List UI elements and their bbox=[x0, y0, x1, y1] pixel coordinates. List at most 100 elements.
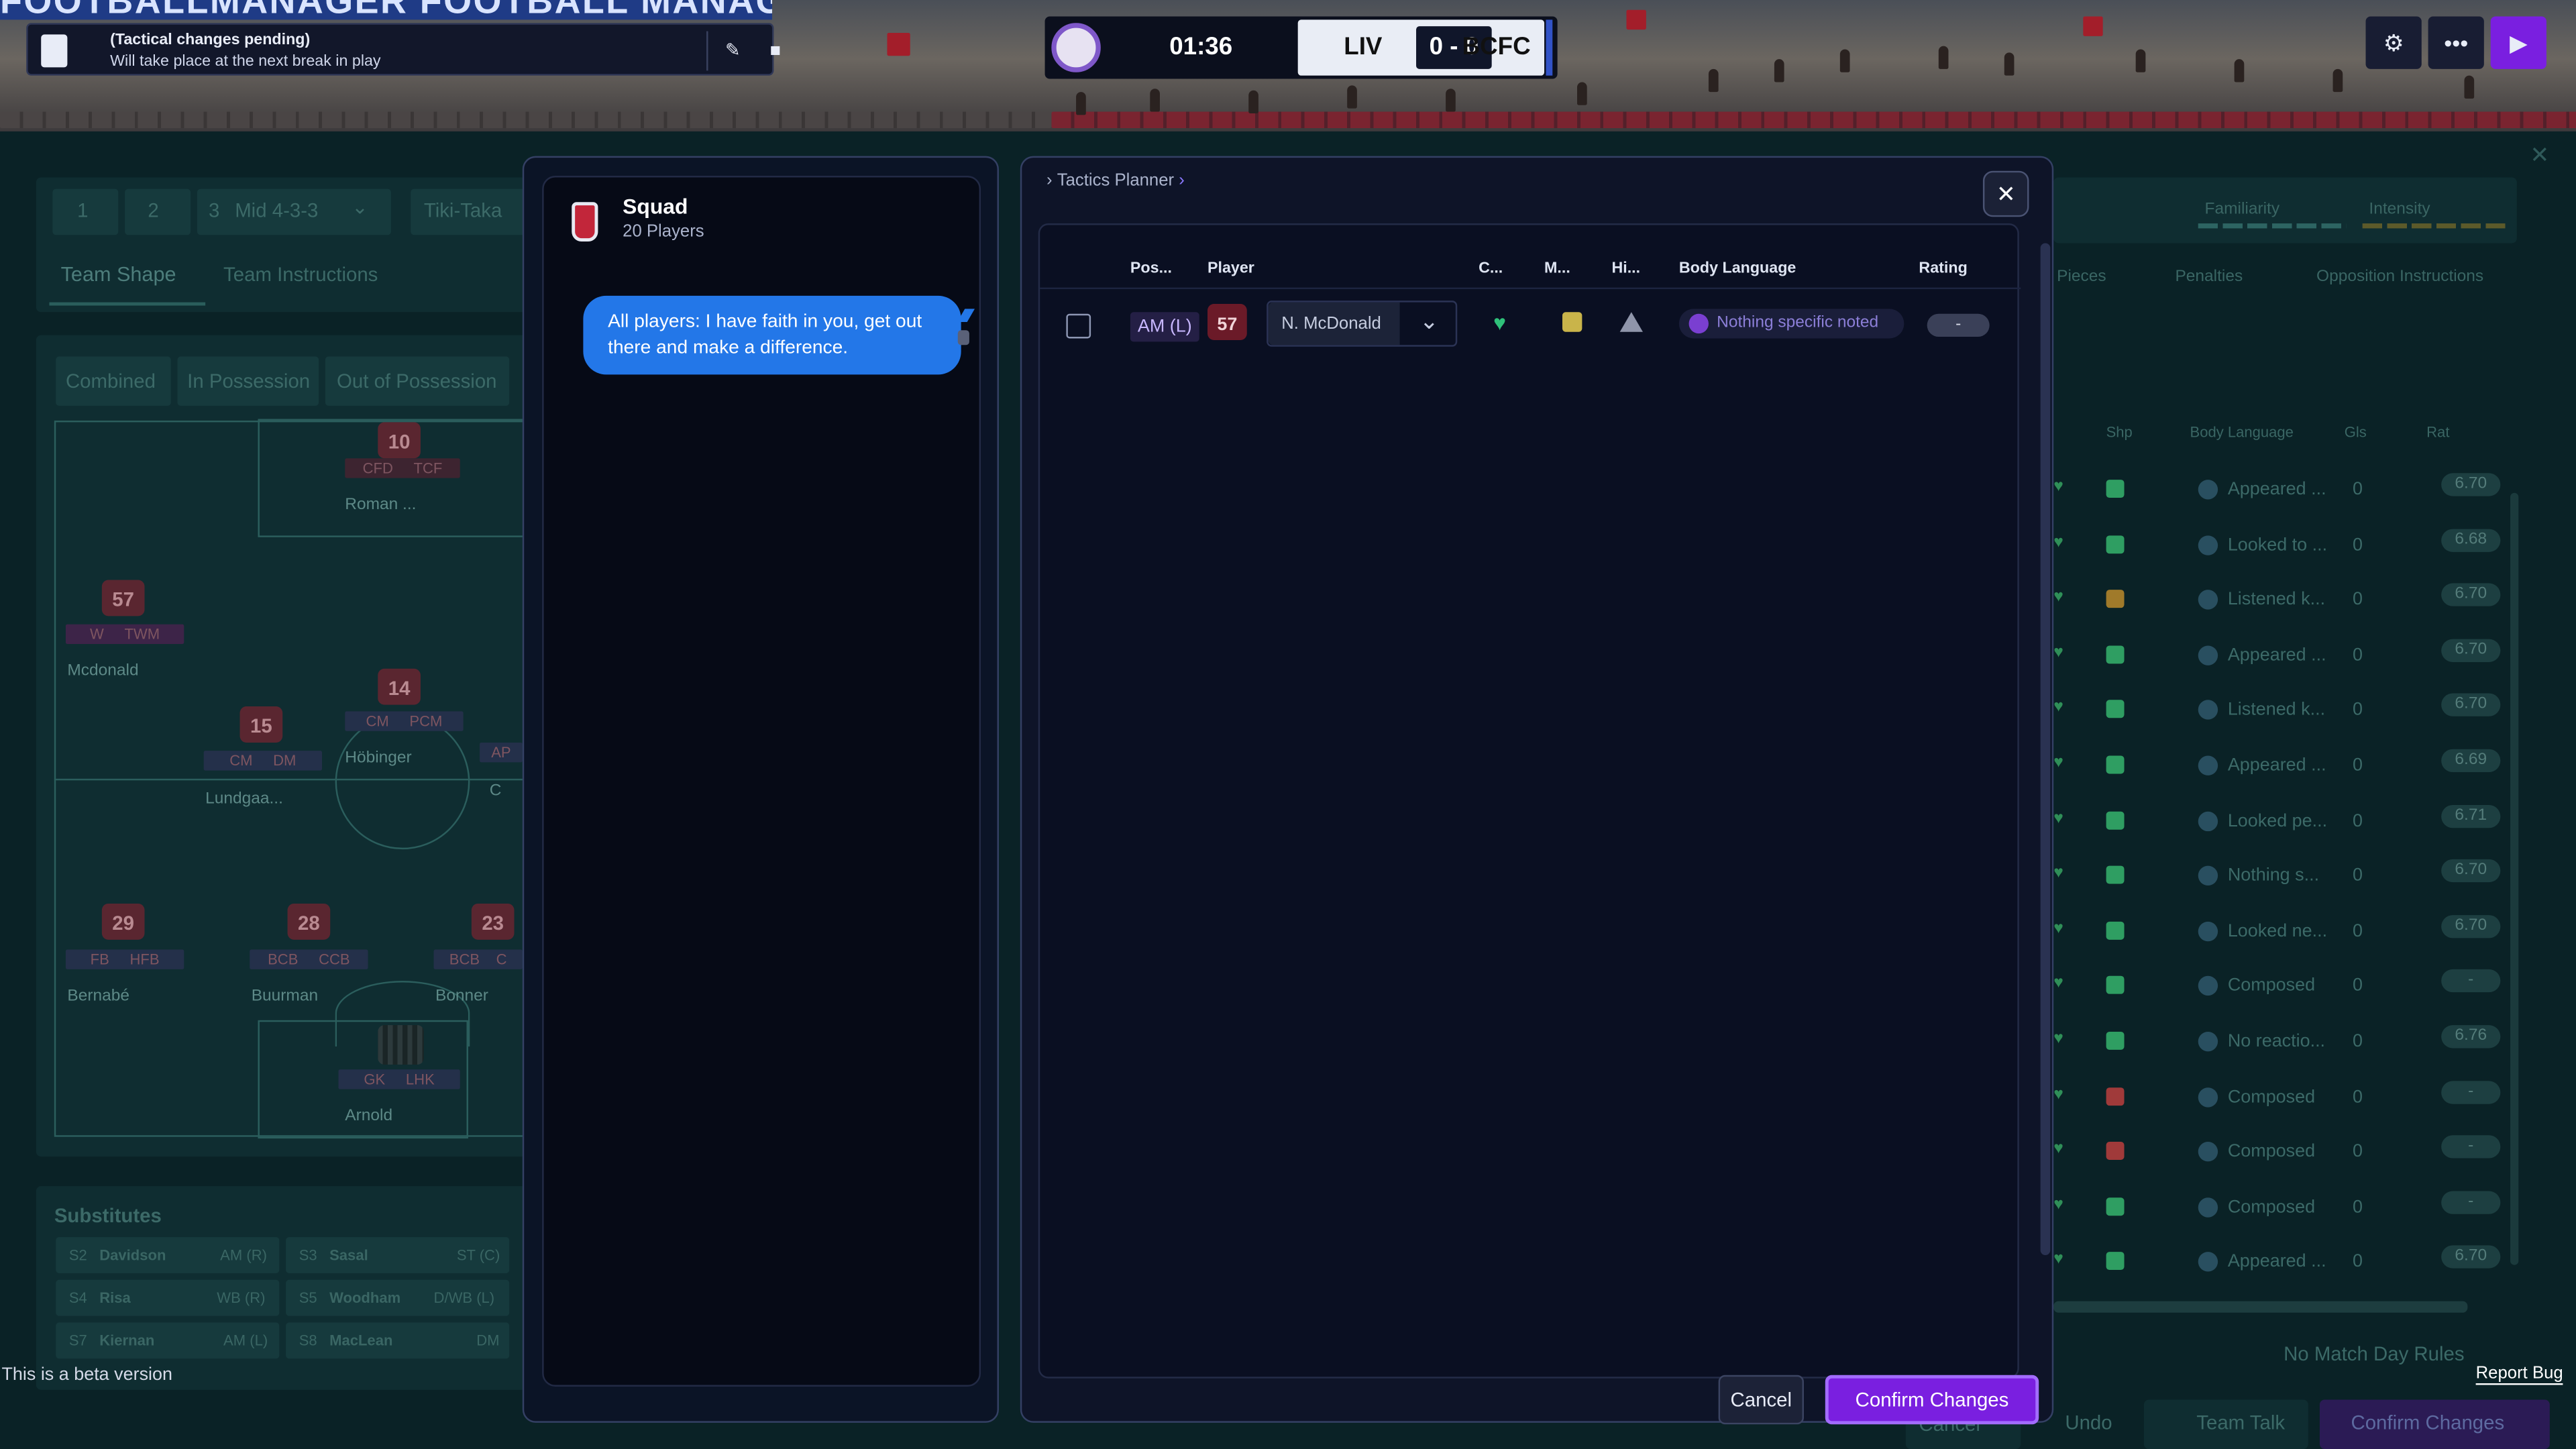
cancel-button[interactable]: Cancel bbox=[1718, 1375, 1804, 1425]
play-icon: ▶ bbox=[2510, 30, 2528, 56]
tactic-tab-2[interactable]: 2 bbox=[148, 199, 158, 221]
morale-icon bbox=[1562, 312, 1582, 332]
face-icon bbox=[2198, 645, 2218, 665]
drag-handle-icon[interactable] bbox=[957, 330, 969, 345]
face-icon bbox=[2198, 1197, 2218, 1218]
play-button[interactable]: ▶ bbox=[2490, 16, 2546, 69]
view-tab-in-possession[interactable]: In Possession bbox=[187, 370, 310, 392]
header-position[interactable]: Pos... bbox=[1130, 260, 1172, 278]
goals-value: 0 bbox=[2352, 1142, 2363, 1162]
rating-badge: 6.70 bbox=[2441, 473, 2501, 496]
player-shirt[interactable]: 28 bbox=[287, 903, 331, 940]
table-row[interactable]: ♥ Composed 0 - bbox=[2053, 1191, 2514, 1227]
player-shirt[interactable]: 29 bbox=[101, 903, 145, 940]
tab-team-instructions[interactable]: Team Instructions bbox=[223, 263, 378, 286]
face-icon bbox=[2198, 755, 2218, 775]
breadcrumb[interactable]: › Tactics Planner › bbox=[1046, 171, 1185, 191]
goals-value: 0 bbox=[2352, 645, 2363, 665]
player-name: Arnold bbox=[345, 1107, 393, 1126]
header-condition[interactable]: C... bbox=[1479, 260, 1503, 278]
shape-icon bbox=[2106, 480, 2125, 498]
rating-badge: 6.70 bbox=[2441, 859, 2501, 883]
goals-value: 0 bbox=[2352, 866, 2363, 886]
rating-badge: 6.70 bbox=[2441, 583, 2501, 607]
tab-set-pieces[interactable]: Pieces bbox=[2057, 268, 2106, 286]
player-shirt[interactable]: 57 bbox=[101, 580, 145, 616]
table-row[interactable]: ♥ Looked to ... 0 6.68 bbox=[2053, 528, 2514, 564]
face-icon bbox=[2198, 700, 2218, 720]
face-icon bbox=[2198, 590, 2218, 610]
table-row[interactable]: ♥ Composed 0 - bbox=[2053, 1080, 2514, 1116]
intensity-label: Intensity bbox=[2369, 200, 2430, 219]
header-rating[interactable]: Rating bbox=[1919, 260, 1967, 278]
more-button[interactable]: ••• bbox=[2428, 16, 2484, 69]
report-bug-link[interactable]: Report Bug bbox=[2475, 1364, 2563, 1385]
goals-value: 0 bbox=[2352, 480, 2363, 500]
table-row[interactable]: ♥ Looked ne... 0 6.70 bbox=[2053, 914, 2514, 951]
table-row[interactable]: ♥ Appeared ... 0 6.70 bbox=[2053, 1246, 2514, 1282]
tactical-changes-notification: (Tactical changes pending) Will take pla… bbox=[26, 23, 781, 76]
body-language-text: Appeared ... bbox=[2227, 645, 2326, 665]
settings-button[interactable]: ⚙ bbox=[2365, 16, 2422, 69]
player-shirt[interactable]: 10 bbox=[378, 422, 421, 459]
vertical-scrollbar[interactable] bbox=[2510, 492, 2519, 1265]
team-talk-button[interactable]: Team Talk bbox=[2196, 1411, 2285, 1434]
close-button[interactable]: ✕ bbox=[1982, 170, 2029, 217]
goalkeeper-shirt[interactable] bbox=[378, 1025, 424, 1065]
header-history[interactable]: Hi... bbox=[1611, 260, 1640, 278]
table-row[interactable]: ♥ Appeared ... 0 6.69 bbox=[2053, 749, 2514, 786]
row-checkbox[interactable] bbox=[1066, 313, 1091, 339]
table-row[interactable]: ♥ Listened k... 0 6.70 bbox=[2053, 583, 2514, 620]
tab-penalties[interactable]: Penalties bbox=[2175, 268, 2243, 286]
player-select-value: N. McDonald bbox=[1281, 313, 1381, 334]
header-body-language[interactable]: Body Language bbox=[1679, 260, 1796, 278]
player-shirt[interactable]: 15 bbox=[239, 706, 283, 743]
heart-icon: ♥ bbox=[2053, 533, 2063, 551]
tab-team-shape[interactable]: Team Shape bbox=[61, 263, 176, 286]
view-tab-out-of-possession[interactable]: Out of Possession bbox=[337, 370, 497, 392]
undo-button[interactable]: Undo bbox=[2065, 1411, 2112, 1434]
match-day-rules[interactable]: No Match Day Rules bbox=[2284, 1342, 2465, 1365]
shape-icon bbox=[2106, 976, 2125, 995]
player-shirt[interactable]: 23 bbox=[471, 903, 515, 940]
bg-confirm-changes-button[interactable]: Confirm Changes bbox=[2351, 1411, 2504, 1434]
face-icon bbox=[2198, 1087, 2218, 1107]
goals-value: 0 bbox=[2352, 976, 2363, 997]
club-badge-icon bbox=[572, 202, 598, 242]
goals-value: 0 bbox=[2352, 755, 2363, 775]
table-row[interactable]: ♥ Listened k... 0 6.70 bbox=[2053, 694, 2514, 730]
player-select[interactable]: N. McDonald ⌄ bbox=[1267, 301, 1458, 347]
horizontal-scrollbar[interactable] bbox=[2053, 1301, 2468, 1313]
scoreboard: 01:36 LIV 0 - 0 BCFC bbox=[1044, 16, 1558, 79]
table-row[interactable]: ♥ Appeared ... 0 6.70 bbox=[2053, 639, 2514, 675]
chevron-right-icon: › bbox=[1174, 170, 1185, 191]
formation-label[interactable]: Mid 4-3-3 bbox=[235, 199, 318, 221]
table-row[interactable]: ♥ Composed 0 - bbox=[2053, 1135, 2514, 1172]
table-row[interactable]: ♥ No reactio... 0 6.76 bbox=[2053, 1025, 2514, 1061]
face-icon bbox=[2198, 1142, 2218, 1162]
table-row[interactable]: AM (L) 57 N. McDonald ⌄ ♥ Nothing specif… bbox=[1040, 297, 2021, 353]
rating-badge: - bbox=[2441, 1135, 2501, 1159]
trash-icon[interactable]: ■ bbox=[761, 36, 790, 66]
table-row[interactable]: ♥ Appeared ... 0 6.70 bbox=[2053, 473, 2514, 509]
view-tab-combined[interactable]: Combined bbox=[66, 370, 156, 392]
table-row[interactable]: ♥ Looked pe... 0 6.71 bbox=[2053, 804, 2514, 841]
tactic-tab-1[interactable]: 1 bbox=[77, 199, 88, 221]
table-row[interactable]: ♥ Nothing s... 0 6.70 bbox=[2053, 859, 2514, 896]
edit-icon[interactable]: ✎ bbox=[718, 36, 747, 66]
table-row[interactable]: ♥ Composed 0 - bbox=[2053, 969, 2514, 1006]
header-player[interactable]: Player bbox=[1208, 260, 1254, 278]
tab-opposition-instructions[interactable]: Opposition Instructions bbox=[2316, 268, 2483, 286]
player-name: Buurman bbox=[251, 987, 319, 1006]
player-shirt[interactable]: 14 bbox=[378, 668, 421, 705]
face-icon bbox=[2198, 480, 2218, 500]
tactic-tab-3[interactable]: 3 bbox=[209, 199, 219, 221]
header-morale[interactable]: M... bbox=[1544, 260, 1570, 278]
shape-icon bbox=[2106, 810, 2125, 829]
rating-badge: - bbox=[2441, 1191, 2501, 1214]
confirm-changes-button[interactable]: Confirm Changes bbox=[1825, 1375, 2039, 1425]
close-icon[interactable]: ✕ bbox=[2530, 142, 2549, 170]
body-language-text: Looked to ... bbox=[2227, 535, 2328, 555]
shape-icon bbox=[2106, 700, 2125, 719]
vertical-scrollbar[interactable] bbox=[2040, 243, 2051, 1256]
